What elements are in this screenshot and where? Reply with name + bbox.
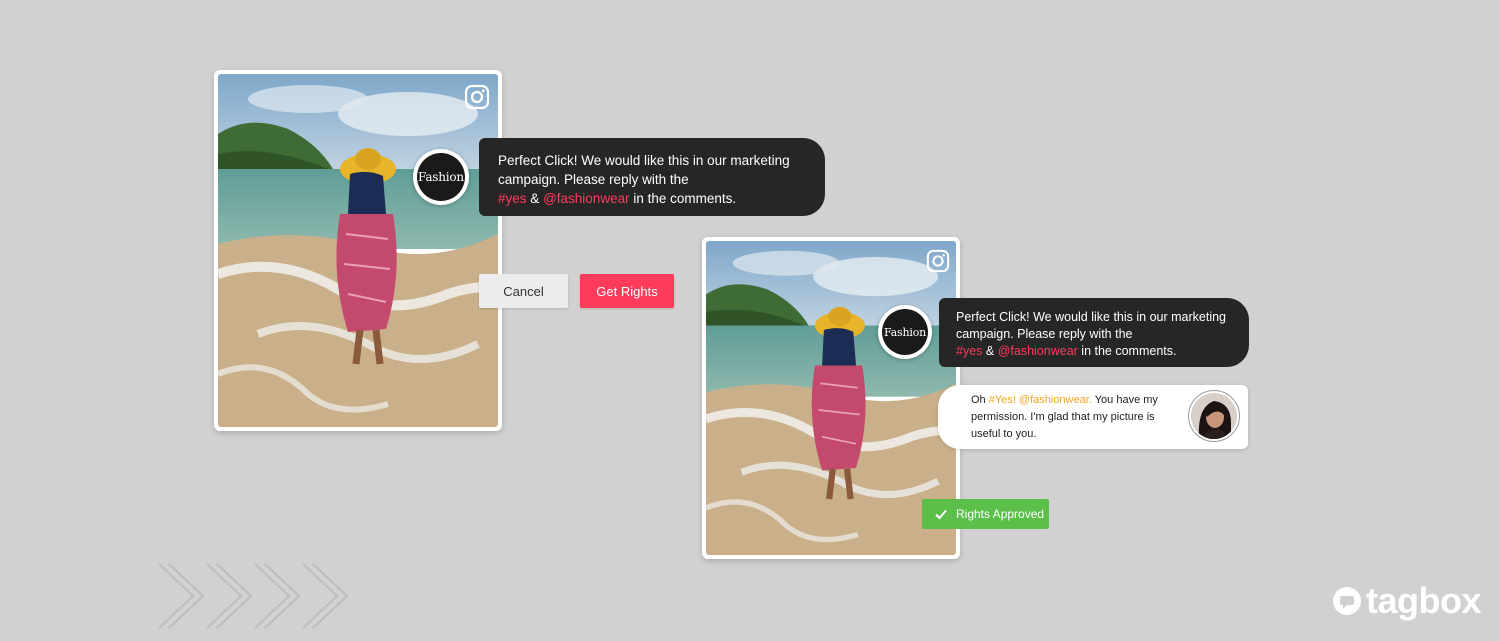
- amp: &: [985, 344, 995, 358]
- message-line-1: Perfect Click! We would like this in our…: [498, 153, 790, 168]
- tagbox-logo: tagbox: [1332, 580, 1482, 621]
- beach-photo: [706, 241, 956, 555]
- instagram-icon: [926, 249, 950, 273]
- amp: &: [530, 191, 540, 206]
- brand-avatar: Fashion: [878, 305, 932, 359]
- reply-highlight: #Yes! @fashionwear.: [988, 394, 1092, 406]
- user-avatar: [1188, 390, 1240, 442]
- instagram-icon: [464, 84, 490, 110]
- logo-text: tagbox: [1366, 580, 1482, 621]
- message-line-3: #yes & @fashionwear in the comments.: [956, 343, 1239, 360]
- mention-fashionwear: @fashionwear: [543, 191, 630, 206]
- rights-approved-label: Rights Approved: [956, 507, 1045, 521]
- mention-fashionwear: @fashionwear: [997, 344, 1078, 358]
- brand-avatar-text: Fashion: [882, 309, 928, 355]
- request-photo-card: [214, 70, 502, 431]
- brand-avatar-text: Fashion: [417, 153, 465, 201]
- beach-photo: [218, 74, 498, 427]
- hashtag-yes: #yes: [498, 191, 527, 206]
- message-line-2: campaign. Please reply with the: [956, 327, 1133, 341]
- message-line-1: Perfect Click! We would like this in our…: [956, 310, 1227, 324]
- message-suffix: in the comments.: [1081, 344, 1177, 358]
- message-line-2: campaign. Please reply with the: [498, 172, 689, 187]
- chevron-right-icon: [254, 563, 301, 629]
- tagbox-logo-icon: [1333, 587, 1361, 615]
- chevron-decoration: [158, 563, 349, 629]
- user-photo: [1191, 393, 1237, 439]
- cancel-button[interactable]: Cancel: [479, 274, 568, 308]
- request-message-bubble: Perfect Click! We would like this in our…: [479, 138, 825, 216]
- message-line-3: #yes & @fashionwear in the comments.: [498, 189, 811, 208]
- chevron-right-icon: [206, 563, 253, 629]
- chevron-right-icon: [158, 563, 205, 629]
- rights-approved-badge: Rights Approved: [922, 499, 1049, 529]
- reply-prefix: Oh: [971, 394, 986, 406]
- chevron-right-icon: [302, 563, 349, 629]
- get-rights-button[interactable]: Get Rights: [580, 274, 674, 308]
- approved-message-bubble: Perfect Click! We would like this in our…: [939, 298, 1249, 367]
- hashtag-yes: #yes: [956, 344, 983, 358]
- reply-line-1-rest: You have my: [1094, 394, 1158, 406]
- message-suffix: in the comments.: [633, 191, 737, 206]
- check-icon: [935, 509, 947, 520]
- brand-avatar: Fashion: [413, 149, 469, 205]
